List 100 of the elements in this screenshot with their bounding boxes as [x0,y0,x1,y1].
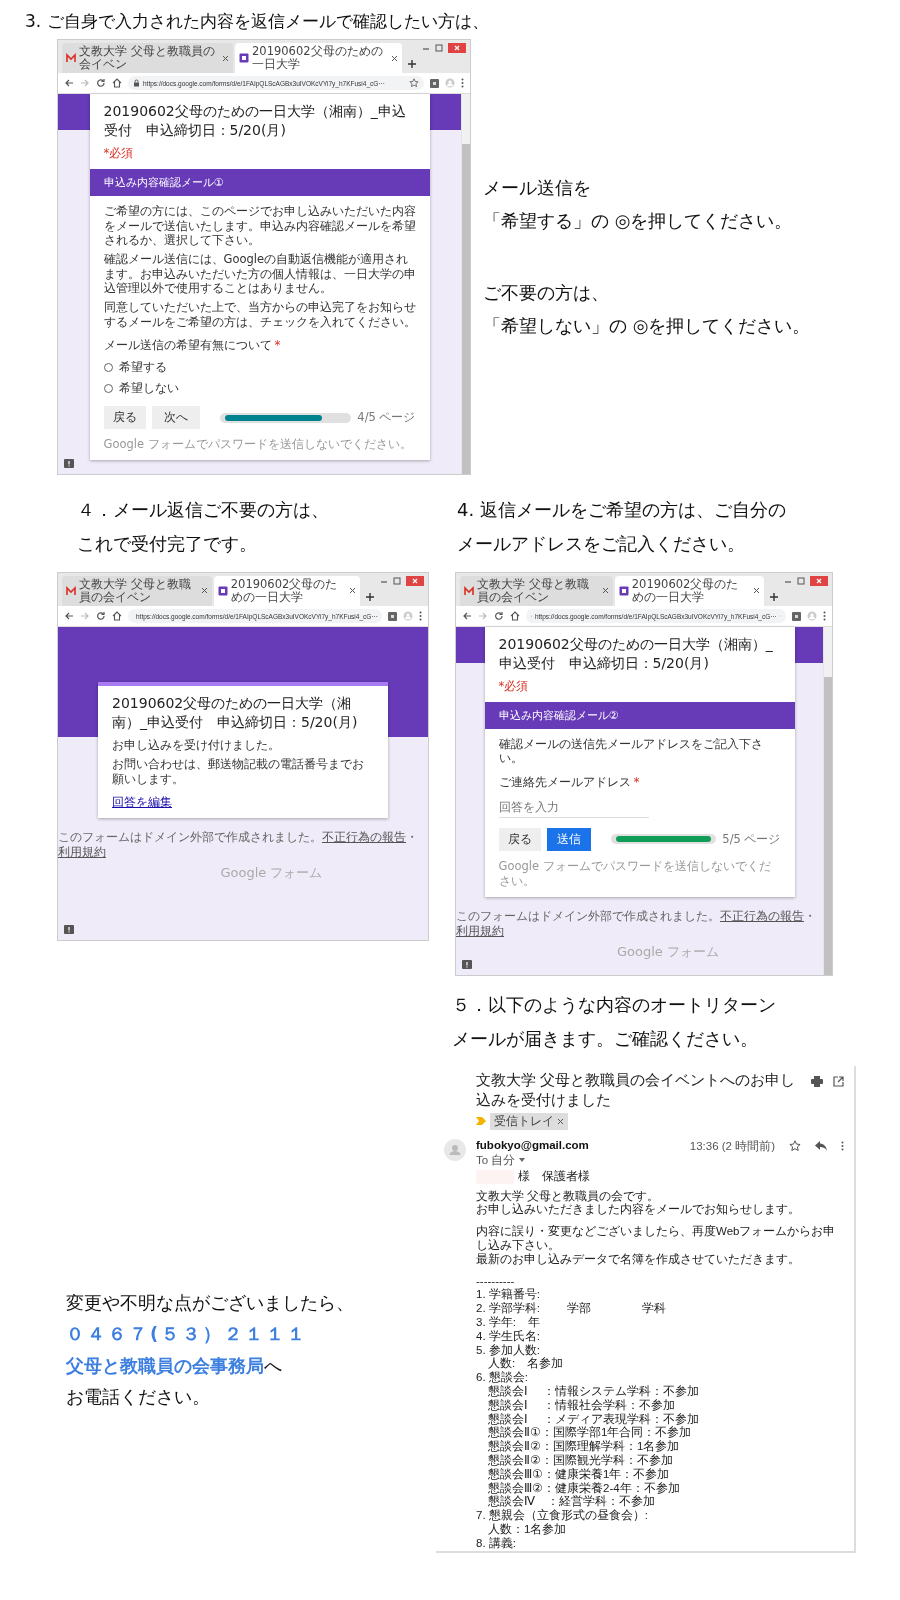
submit-button[interactable]: 送信 [546,827,591,851]
maximize-icon[interactable] [393,576,401,585]
close-icon[interactable] [601,587,609,595]
email-list-item: 懇談会Ⅲ①：健康栄養1年：不参加 [488,1467,671,1482]
form-title: 20190602父母のための一日大学（湘南）_申込受付 申込締切日：5/20(月) [498,635,774,673]
form-description: 確認メール送信には、Googleの自動返信機能が適用されます。お申込みいただいた方の個人情報は、一日大学の申込管理以外で使用することはありません。 [103,252,416,296]
home-icon[interactable] [510,611,520,622]
browser-tab[interactable]: 20190602父母のための一日大学 [235,43,402,74]
close-icon[interactable] [753,587,760,595]
close-icon[interactable] [222,54,229,62]
email-text: お申し込みいただきました内容をメールでお知らせします。 [476,1203,801,1218]
close-icon[interactable] [391,54,398,62]
email-list-item: 懇談会Ⅳ ：経営学科：不参加 [488,1495,656,1509]
reply-icon[interactable] [815,1141,827,1152]
reload-icon[interactable] [96,611,106,622]
step-heading: これで受付完了です。 [77,532,258,557]
feedback-icon[interactable] [64,459,74,469]
domain-note: このフォームはドメイン外部で作成されました。不正行為の報告・ 利用規約 [456,908,817,939]
extension-icon[interactable] [430,78,439,88]
separator-text: ---------- [476,1274,516,1288]
feedback-icon[interactable] [64,924,74,934]
back-arrow-icon[interactable] [64,78,74,89]
next-button[interactable]: 次へ [151,406,200,430]
section-header: 申込み内容確認メール① [89,169,430,197]
scrollbar[interactable] [823,627,832,975]
avatar-icon [444,1138,466,1161]
external-link-icon[interactable] [833,1075,844,1087]
email-list-item: 2. 学部学科: 学部 学科 [476,1302,668,1316]
feedback-icon[interactable] [462,959,472,969]
maximize-icon[interactable] [797,576,805,585]
email-list-item: 懇談会Ⅱ②：国際理解学科：1名参加 [488,1440,681,1454]
close-icon[interactable] [406,575,424,586]
back-button[interactable]: 戻る [498,827,541,851]
close-icon[interactable] [810,575,828,586]
salutation-text: 様 保護者様 [518,1169,590,1184]
step-heading: メールが届きます。ご確認ください。 [452,1026,759,1051]
reload-icon[interactable] [494,611,504,622]
email-subject: 文教大学 父母と教職員の会イベントへのお申し込みを受付けました [476,1069,797,1111]
close-icon[interactable] [557,1117,564,1125]
more-menu-icon[interactable] [841,1140,844,1152]
print-icon[interactable] [811,1075,823,1087]
instruction-text: 「希望しない」の ◎を押してください。 [483,313,811,338]
form-description: 同意していただいた上で、当方からの申込完了をお知らせするメールをご希望の方は、チェックを入れてください。 [103,300,416,330]
edit-response-link[interactable]: 回答を編集 [112,794,172,810]
contact-text: お電話ください。 [66,1385,211,1410]
required-note: *必須 [103,146,135,162]
recipient-text: To 自分 [476,1152,516,1168]
required-asterisk: * [633,774,640,789]
plus-icon[interactable] [770,593,778,602]
plus-icon[interactable] [366,593,374,602]
back-button[interactable]: 戻る [103,406,146,430]
terms-link[interactable]: 利用規約 [58,844,106,859]
terms-link[interactable]: 利用規約 [456,923,504,938]
plus-icon[interactable] [408,60,416,69]
close-icon[interactable] [349,587,356,595]
extension-icon[interactable] [792,611,801,621]
confirmation-text: お申し込みを受け付けました。 [112,737,281,753]
home-icon[interactable] [112,611,122,622]
brand-logo-text: Google フォーム [616,942,719,961]
option-label: 希望しない [118,381,179,397]
extension-icon[interactable] [388,611,397,621]
instruction-text: 「希望する」の ◎を押してください。 [483,208,794,233]
more-menu-icon[interactable] [419,611,422,622]
step-heading: 4. 返信メールをご希望の方は、ご自分の [457,498,787,523]
close-icon[interactable] [200,587,208,595]
reload-icon[interactable] [96,78,106,89]
mail-icon [66,53,76,64]
page-count: 4/5 ページ [357,410,416,426]
question-label: メール送信の希望有無について [103,338,272,353]
email-list-item: 5. 参加人数: [476,1343,541,1357]
report-abuse-link[interactable]: 不正行為の報告 [322,829,406,844]
email-text: 文教大学 父母と教職員の会です。 [476,1189,661,1203]
scrollbar[interactable] [461,94,470,475]
close-icon[interactable] [448,43,466,53]
browser-tab[interactable]: 文教大学 父母と教職員の会イベン [460,575,613,607]
required-asterisk: * [274,338,281,353]
form-icon [618,585,629,596]
confirmation-text: お問い合わせは、郵送物記載の電話番号までお願いします。 [112,757,365,786]
email-list-item: 8. 講義: [476,1536,517,1551]
back-arrow-icon[interactable] [462,611,472,622]
browser-tab[interactable]: 文教大学 父母と教職員の会イベン [62,43,233,74]
email-list-item: 懇談会Ⅱ②：国際観光学科：不参加 [488,1454,674,1468]
browser-tab[interactable]: 20190602父母のための一日大学 [614,575,764,607]
caret-icon[interactable] [519,1158,526,1163]
browser-tab[interactable]: 文教大学 父母と教職員の会イベン [62,575,212,607]
browser-tab[interactable]: 20190602父母のための一日大学 [213,575,360,607]
home-icon[interactable] [112,78,122,89]
form-footer-note: Google フォームでパスワードを送信しないでください。 [103,437,413,453]
label-chip[interactable]: 受信トレイ [490,1112,568,1131]
step-heading: メールアドレスをご記入ください。 [457,532,746,557]
maximize-icon[interactable] [435,44,443,52]
step-heading: ５．以下のような内容のオートリターン [452,992,777,1017]
more-menu-icon[interactable] [461,78,464,89]
section-header: 申込み内容確認メール② [484,701,795,729]
report-abuse-link[interactable]: 不正行為の報告 [720,908,804,923]
back-arrow-icon[interactable] [64,611,74,622]
email-list-item: 懇談会Ⅱ①：国際学部1年合同：不参加 [488,1426,693,1440]
more-menu-icon[interactable] [823,611,826,622]
email-time: 13:36 (2 時間前) [689,1138,775,1154]
instruction-text: ご不要の方は、 [483,281,610,306]
